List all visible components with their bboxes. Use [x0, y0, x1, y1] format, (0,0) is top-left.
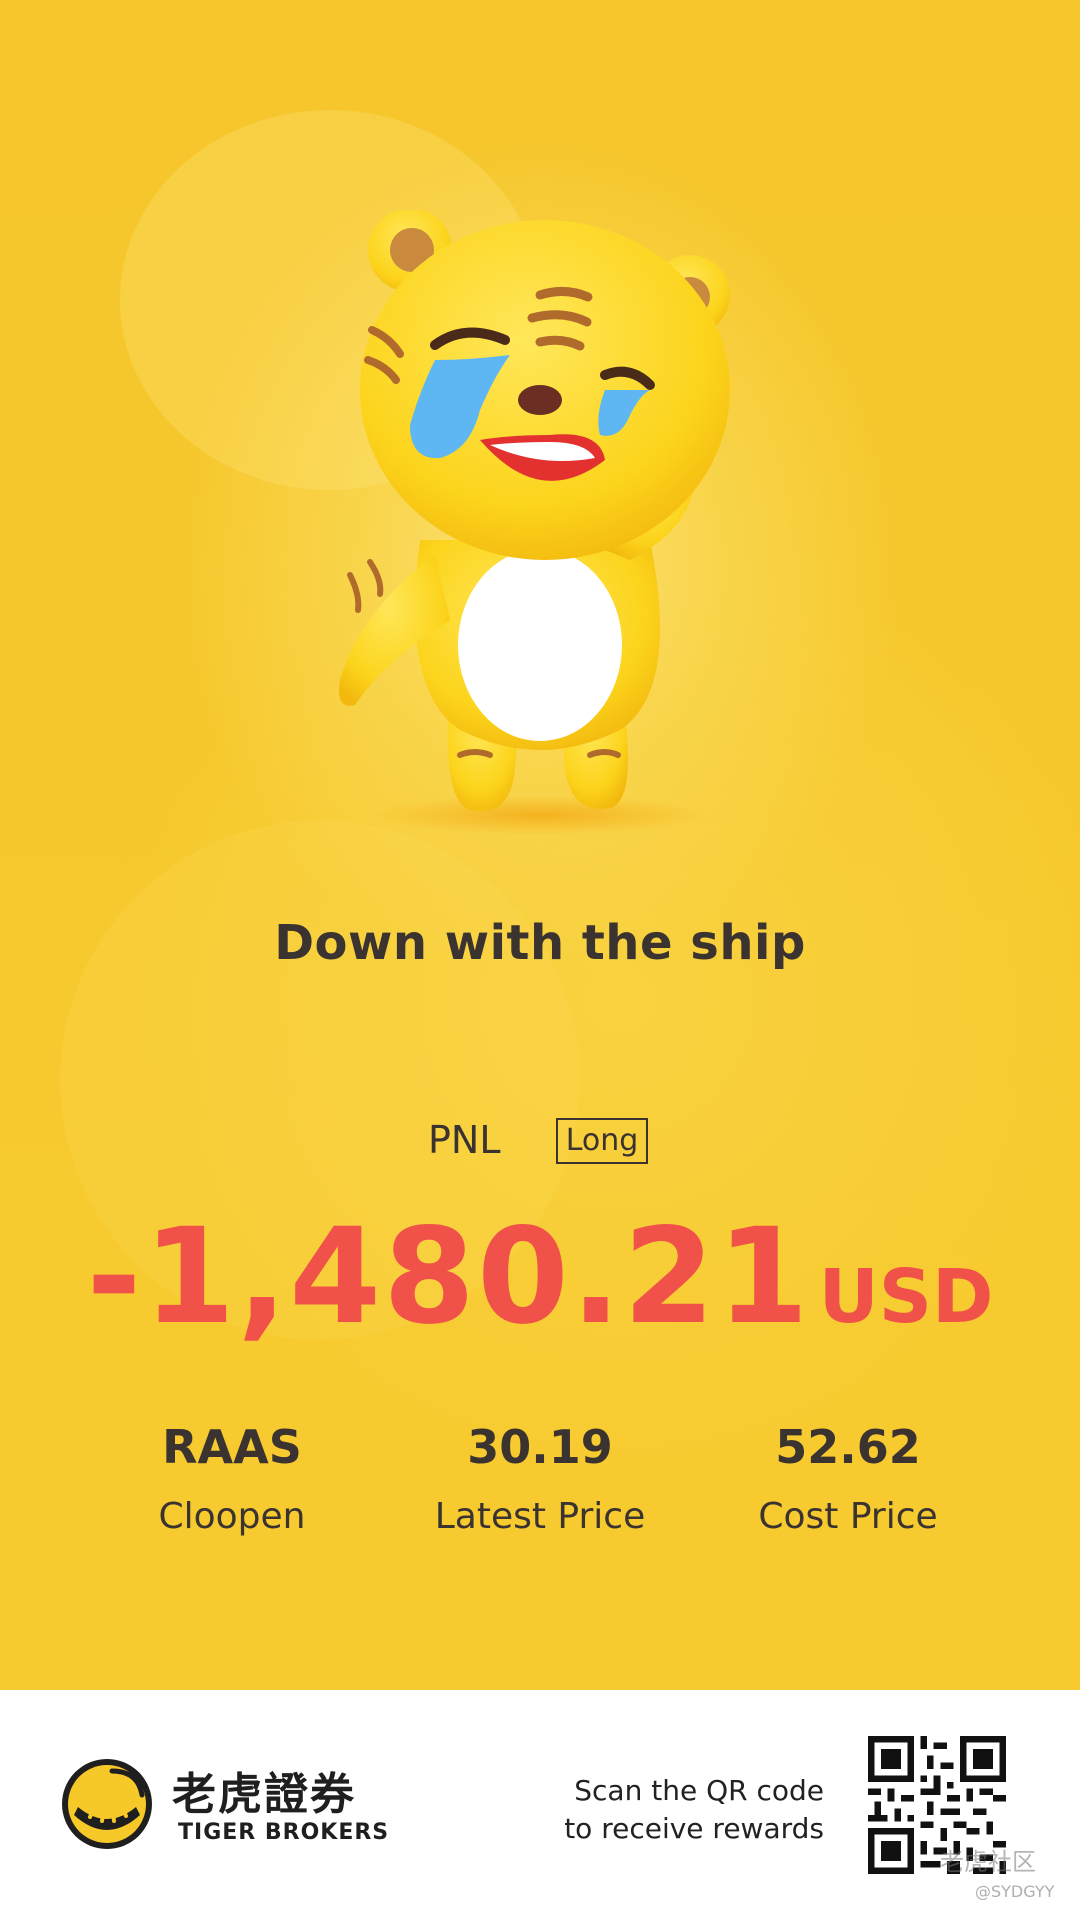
- brand-name-en: TIGER BROKERS: [178, 1820, 390, 1845]
- crying-tiger-mascot: [339, 210, 730, 835]
- share-card: Down with the ship PNL Long -1,480.21 USD…: [0, 0, 1080, 1690]
- watermark-handle: @SYDGYY: [975, 1882, 1055, 1901]
- scan-prompt: Scan the QR code to receive rewards: [564, 1772, 824, 1848]
- latest-price-label: Latest Price: [434, 1496, 646, 1537]
- footer: 老虎證券 TIGER BROKERS Scan the QR code to r…: [0, 1690, 1080, 1920]
- stat-cost-price: 52.62 Cost Price: [698, 1420, 998, 1537]
- brand-name-cn: 老虎證券: [172, 1769, 356, 1820]
- cost-price-value: 52.62: [775, 1420, 921, 1474]
- pnl-amount: -1,480.21 USD: [0, 1200, 1080, 1354]
- headline: Down with the ship: [274, 915, 806, 971]
- stat-ticker: RAAS Cloopen: [82, 1420, 382, 1537]
- stat-latest-price: 30.19 Latest Price: [390, 1420, 690, 1537]
- scan-prompt-line1: Scan the QR code: [574, 1774, 824, 1807]
- position-type-badge: Long: [556, 1118, 648, 1164]
- watermark: 老虎社区: [940, 1848, 1036, 1876]
- company-name: Cloopen: [158, 1496, 306, 1537]
- pnl-label: PNL: [428, 1118, 501, 1162]
- ticker-symbol: RAAS: [162, 1420, 302, 1474]
- cost-price-label: Cost Price: [758, 1496, 938, 1537]
- pnl-currency: USD: [818, 1254, 994, 1340]
- latest-price-value: 30.19: [467, 1420, 613, 1474]
- pnl-amount-value: -1,480.21: [86, 1200, 811, 1354]
- tiger-brokers-logo-icon: [62, 1759, 152, 1849]
- scan-prompt-line2: to receive rewards: [564, 1812, 824, 1845]
- pnl-row: PNL Long: [0, 1118, 1080, 1168]
